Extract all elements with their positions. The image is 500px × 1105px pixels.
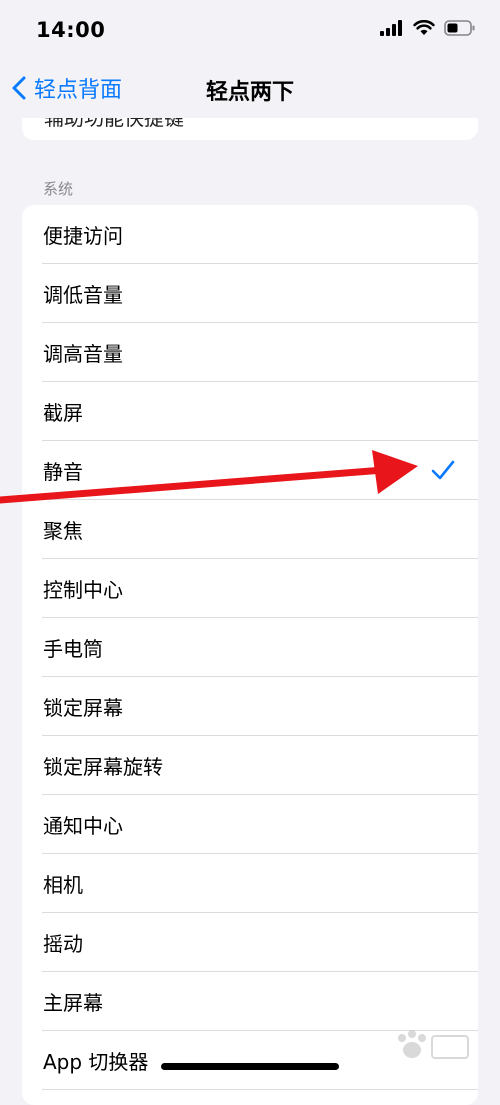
list-item[interactable]: 主屏幕 [22, 972, 478, 1031]
list-item-label: 便捷访问 [43, 224, 123, 248]
list-item[interactable]: 便捷访问 [22, 205, 478, 264]
watermark-logo-icon [398, 1030, 469, 1059]
status-time: 14:00 [36, 18, 106, 42]
list-item-label: 截屏 [43, 401, 83, 425]
system-actions-list: 便捷访问 调低音量 调高音量 截屏 静音 聚焦 控制中心 手电筒 锁定屏幕 锁定… [22, 205, 478, 1105]
list-item[interactable]: 摇动 [22, 913, 478, 972]
list-item[interactable]: 控制中心 [22, 559, 478, 618]
list-item-label: 相机 [43, 873, 83, 897]
list-item-label: 主屏幕 [43, 991, 103, 1015]
section-header-system: 系统 [43, 180, 74, 198]
battery-icon [444, 20, 476, 40]
list-item[interactable]: 调低音量 [22, 264, 478, 323]
home-indicator [161, 1063, 339, 1070]
list-item-label: 通知中心 [43, 814, 123, 838]
previous-section-card: 辅助功能快捷键 [22, 118, 478, 140]
list-item[interactable]: 通知中心 [22, 795, 478, 854]
list-item-label: 锁定屏幕旋转 [43, 755, 163, 779]
partial-list-item[interactable]: 辅助功能快捷键 [44, 118, 184, 131]
list-item[interactable]: 锁定屏幕旋转 [22, 736, 478, 795]
list-item-label: 调低音量 [43, 283, 123, 307]
wifi-icon [413, 19, 435, 40]
list-item[interactable]: 截屏 [22, 382, 478, 441]
checkmark-icon [431, 460, 455, 480]
list-item-label: 调高音量 [43, 342, 123, 366]
list-item[interactable]: 相机 [22, 854, 478, 913]
list-item[interactable]: 调高音量 [22, 323, 478, 382]
list-item[interactable]: 手电筒 [22, 618, 478, 677]
list-item-label: 锁定屏幕 [43, 696, 123, 720]
status-bar: 14:00 [0, 0, 500, 58]
navigation-bar: 轻点背面 轻点两下 [0, 58, 500, 118]
list-item-label: 摇动 [43, 932, 83, 956]
page-title: 轻点两下 [205, 80, 294, 105]
list-item-label: 手电筒 [43, 637, 103, 661]
list-item[interactable]: 锁定屏幕 [22, 677, 478, 736]
cellular-signal-icon [380, 20, 404, 40]
list-item-label: 控制中心 [43, 578, 123, 602]
status-icons [380, 19, 476, 40]
annotation-arrow-icon [0, 450, 418, 504]
list-item-label: App 切换器 [43, 1050, 149, 1074]
